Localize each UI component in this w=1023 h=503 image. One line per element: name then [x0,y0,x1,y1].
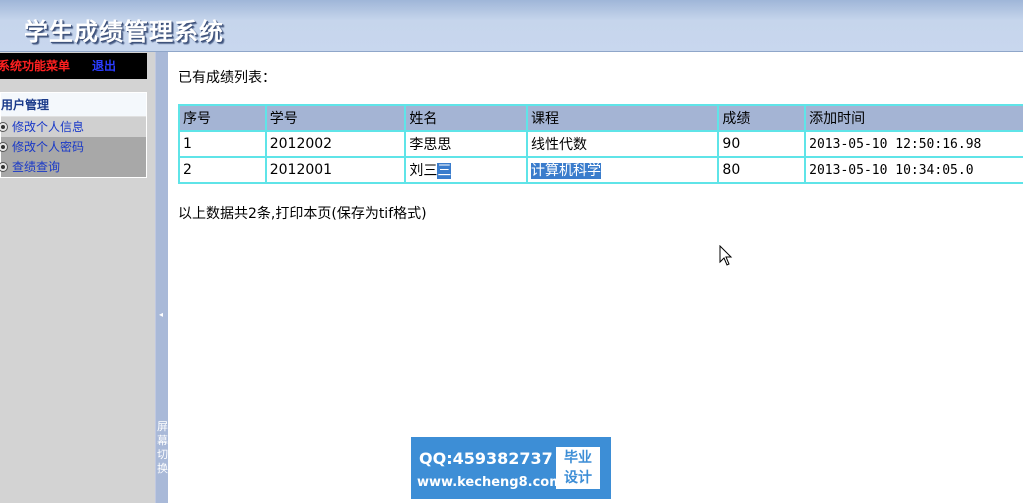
section-title-user-management[interactable]: 用户管理 [1,93,146,117]
cell-course: 线性代数 [525,130,720,158]
watermark-qq: QQ:459382737 [419,449,553,468]
cell-student-id: 2012002 [264,130,407,158]
function-menu-label: 系统功能菜单 [0,59,71,73]
column-header-index: 序号 [178,104,267,132]
table-header-row: 序号 学号 姓名 课程 成绩 添加时间 [178,104,1023,132]
watermark-badge-line: 毕业 [564,450,592,466]
main-content: 已有成绩列表： 序号 学号 姓名 课程 成绩 添加时间 1 2012002 李思… [168,52,1023,503]
cell-name: 李思思 [404,130,528,158]
cell-course: 计算机科学 [525,156,720,184]
mouse-cursor-icon [719,245,733,266]
cell-score: 80 [717,156,807,184]
cell-added-time: 2013-05-10 10:34:05.0 [804,156,1023,184]
cell-score: 90 [717,130,807,158]
sidebar-item-label: 修改个人密码 [12,140,85,154]
watermark-url: www.kecheng8.com [417,475,563,490]
sidebar-menubar: 系统功能菜单 退出 [0,53,147,79]
page-heading: 已有成绩列表： [178,70,276,86]
column-header-course: 课程 [525,104,720,132]
column-header-student-id: 学号 [264,104,407,132]
sidebar-item-grade-query[interactable]: 查绩查询 [0,157,146,177]
grades-table: 序号 学号 姓名 课程 成绩 添加时间 1 2012002 李思思 线性代数 9… [178,104,1023,184]
radio-bullet-icon [0,122,8,132]
watermark-badge-line: 设计 [564,470,592,486]
cell-index: 1 [178,130,267,158]
cell-added-time: 2013-05-10 12:50:16.98 [804,130,1023,158]
sidebar-item-label: 查绩查询 [12,160,61,174]
name-text: 刘三 [409,163,438,179]
column-header-added-time: 添加时间 [804,104,1023,132]
sidebar: 系统功能菜单 退出 用户管理 修改个人信息 修改个人密码 查绩查询 [0,52,155,503]
selected-text: 计算机科学 [531,163,601,179]
column-header-name: 姓名 [404,104,528,132]
app-header: 学生成绩管理系统 [0,0,1023,52]
record-count-note: 以上数据共2条,打印本页(保存为tif格式) [178,206,427,222]
logout-link[interactable]: 退出 [92,53,116,79]
cell-name: 刘三三 [404,156,528,184]
watermark-banner: QQ:459382737 www.kecheng8.com 毕业 设计 [411,437,611,499]
table-row: 1 2012002 李思思 线性代数 90 2013-05-10 12:50:1… [178,130,1023,158]
radio-bullet-icon [0,142,8,152]
cell-student-id: 2012001 [264,156,407,184]
sidebar-item-edit-info[interactable]: 修改个人信息 [0,117,146,137]
watermark-badge: 毕业 设计 [556,447,600,489]
screen-toggle-bar[interactable]: ◂ 屏 幕 切 换 [155,52,168,503]
cell-index: 2 [178,156,267,184]
sidebar-item-change-password[interactable]: 修改个人密码 [0,137,146,157]
user-management-panel: 用户管理 修改个人信息 修改个人密码 查绩查询 [0,92,147,178]
sidebar-item-label: 修改个人信息 [12,120,85,134]
app-title: 学生成绩管理系统 [24,18,224,46]
collapse-arrow-icon[interactable]: ◂ [159,310,163,319]
radio-bullet-icon [0,162,8,172]
table-row: 2 2012001 刘三三 计算机科学 80 2013-05-10 10:34:… [178,156,1023,184]
selected-text: 三 [437,163,452,179]
column-header-score: 成绩 [717,104,807,132]
